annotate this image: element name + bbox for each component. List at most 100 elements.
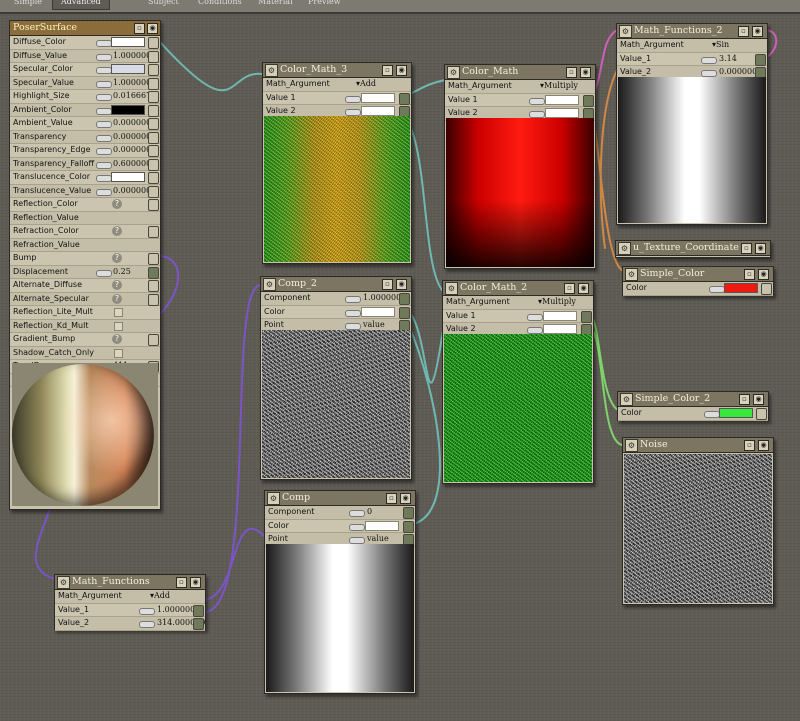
node-title-bar[interactable]: ⚙ Math_Functions_2 ▫ ◉ [617, 24, 767, 39]
input-value[interactable] [361, 306, 395, 317]
input-row[interactable]: Transparency_Edge 0.000000 [10, 144, 160, 158]
preview-eye-icon[interactable]: ◉ [755, 243, 766, 254]
input-value[interactable]: 0.000000 [111, 145, 151, 155]
input-plug-icon[interactable] [148, 64, 159, 76]
preview-eye-icon[interactable]: ◉ [753, 394, 764, 405]
poser-surface-node[interactable]: PoserSurface ▫ ◉ Diffuse_Color Diffuse_Va… [9, 20, 161, 510]
input-plug-icon[interactable] [583, 94, 594, 107]
link-chain-icon[interactable] [349, 537, 365, 544]
node-menu-icon[interactable]: ⚙ [265, 64, 278, 77]
node-menu-icon[interactable]: ⚙ [619, 25, 632, 38]
input-plug-icon[interactable] [193, 604, 204, 617]
input-plug-icon[interactable] [148, 104, 159, 117]
link-chain-icon[interactable] [139, 621, 155, 628]
minimize-icon[interactable]: ▫ [176, 577, 187, 588]
input-value[interactable]: value [361, 320, 395, 330]
node-menu-icon[interactable]: ⚙ [263, 278, 276, 291]
preview-eye-icon[interactable]: ◉ [147, 23, 158, 34]
math-argument-row[interactable]: Math_Argument ▾Multiply [445, 80, 595, 94]
link-chain-icon[interactable] [96, 269, 112, 277]
math-argument-dropdown[interactable]: ▾Sin [712, 39, 729, 52]
input-value[interactable]: 1.000000 [155, 605, 195, 615]
link-chain-icon[interactable] [527, 313, 543, 321]
color-swatch[interactable] [111, 37, 145, 47]
minimize-icon[interactable]: ▫ [744, 269, 755, 280]
input-row[interactable]: Component 1.000000 [261, 292, 411, 306]
help-icon[interactable]: ? [112, 293, 122, 304]
input-row[interactable]: Specular_Value 1.000000 [10, 76, 160, 90]
input-row[interactable]: Alternate_Specular? [10, 292, 160, 306]
input-plug-icon[interactable] [403, 520, 414, 533]
noise-node[interactable]: ⚙ Noise ▫ ◉ [622, 437, 774, 605]
input-plug-icon[interactable] [148, 118, 159, 130]
link-chain-icon[interactable] [701, 56, 717, 64]
u-texture-coordinate-node[interactable]: ⚙ u_Texture_Coordinate ▫ ◉ [615, 240, 771, 258]
input-plug-icon[interactable] [148, 131, 159, 144]
tab-advanced[interactable]: Advanced [52, 0, 110, 10]
input-plug-icon[interactable] [148, 293, 159, 306]
node-menu-icon[interactable]: ⚙ [625, 268, 638, 281]
node-title-bar[interactable]: ⚙ Simple_Color_2 ▫ ◉ [618, 392, 768, 407]
comp-2-node[interactable]: ⚙ Comp_2 ▫ ◉ Component 1.000000 Color Po… [260, 276, 412, 480]
minimize-icon[interactable]: ▫ [382, 65, 393, 76]
node-title-bar[interactable]: ⚙ Comp ▫ ◉ [265, 491, 415, 506]
input-value[interactable]: 0.000000 [111, 132, 151, 142]
input-row[interactable]: Translucence_Value 0.000000 [10, 184, 160, 198]
node-menu-icon[interactable]: ⚙ [625, 439, 638, 452]
math-argument-row[interactable]: Math_Argument ▾Add [263, 78, 411, 92]
input-row[interactable]: Reflection_Kd_Mult [10, 319, 160, 333]
color-math-2-node[interactable]: ⚙ Color_Math_2 ▫ ◉ Math_Argument ▾Multip… [442, 280, 594, 484]
preview-eye-icon[interactable]: ◉ [190, 577, 201, 588]
color-math-3-node[interactable]: ⚙ Color_Math_3 ▫ ◉ Math_Argument ▾Add Va… [262, 62, 412, 264]
link-chain-icon[interactable] [527, 327, 543, 334]
input-value[interactable]: 0.016667 [111, 91, 151, 101]
math-functions-2-node[interactable]: ⚙ Math_Functions_2 ▫ ◉ Math_Argument ▾Si… [616, 23, 768, 225]
minimize-icon[interactable]: ▫ [134, 23, 145, 34]
color-swatch[interactable] [719, 408, 753, 418]
node-menu-icon[interactable]: ⚙ [445, 282, 458, 295]
input-value[interactable]: 1.000000 [361, 293, 401, 303]
input-plug-icon[interactable] [148, 91, 159, 103]
input-row[interactable]: Reflection_Color? [10, 198, 160, 212]
link-chain-icon[interactable] [709, 286, 725, 293]
input-row[interactable]: Specular_Color [10, 63, 160, 77]
link-chain-icon[interactable] [96, 188, 112, 196]
input-row[interactable]: Value 1 [263, 91, 411, 105]
link-chain-icon[interactable] [96, 134, 112, 142]
math-argument-dropdown[interactable]: ▾Multiply [538, 296, 576, 309]
math-argument-row[interactable]: Math_Argument ▾Sin [617, 39, 767, 53]
input-row[interactable]: Bump? [10, 252, 160, 266]
input-plug-icon[interactable] [581, 310, 592, 323]
input-row[interactable]: Color [261, 305, 411, 319]
input-row[interactable]: Reflection_Lite_Mult [10, 306, 160, 320]
link-chain-icon[interactable] [96, 80, 112, 88]
link-chain-icon[interactable] [96, 161, 112, 169]
node-title-bar[interactable]: ⚙ Color_Math_3 ▫ ◉ [263, 63, 411, 78]
link-chain-icon[interactable] [349, 510, 365, 517]
node-title-bar[interactable]: ⚙ Color_Math ▫ ◉ [445, 65, 595, 80]
node-menu-icon[interactable]: ⚙ [447, 66, 460, 79]
input-value[interactable]: 1.000000 [111, 51, 151, 61]
link-chain-icon[interactable] [345, 296, 361, 303]
link-chain-icon[interactable] [349, 523, 365, 531]
input-value[interactable]: 314.000000 [155, 618, 205, 628]
preview-eye-icon[interactable]: ◉ [758, 269, 769, 280]
checkbox[interactable] [114, 321, 123, 331]
preview-eye-icon[interactable]: ◉ [580, 67, 591, 78]
link-chain-icon[interactable] [96, 148, 112, 155]
math-argument-dropdown[interactable]: ▾Multiply [540, 80, 578, 93]
node-title-bar[interactable]: ⚙ Simple_Color ▫ ◉ [623, 267, 773, 282]
input-row[interactable]: Refraction_Color? [10, 225, 160, 239]
help-icon[interactable]: ? [112, 253, 122, 263]
link-chain-icon[interactable] [96, 53, 112, 61]
input-row[interactable]: Alternate_Diffuse? [10, 279, 160, 293]
help-icon[interactable]: ? [112, 280, 122, 290]
input-row[interactable]: Ambient_Value 0.000000 [10, 117, 160, 131]
input-plug-icon[interactable] [193, 618, 204, 630]
input-row[interactable]: Diffuse_Color [10, 36, 160, 50]
simple-color-2-node[interactable]: ⚙ Simple_Color_2 ▫ ◉ Color [617, 391, 769, 421]
input-row[interactable]: Value_2 314.000000 [55, 617, 205, 631]
math-argument-dropdown[interactable]: ▾Add [356, 78, 376, 91]
input-value[interactable]: 0.25 [111, 267, 147, 277]
link-chain-icon[interactable] [345, 309, 361, 317]
